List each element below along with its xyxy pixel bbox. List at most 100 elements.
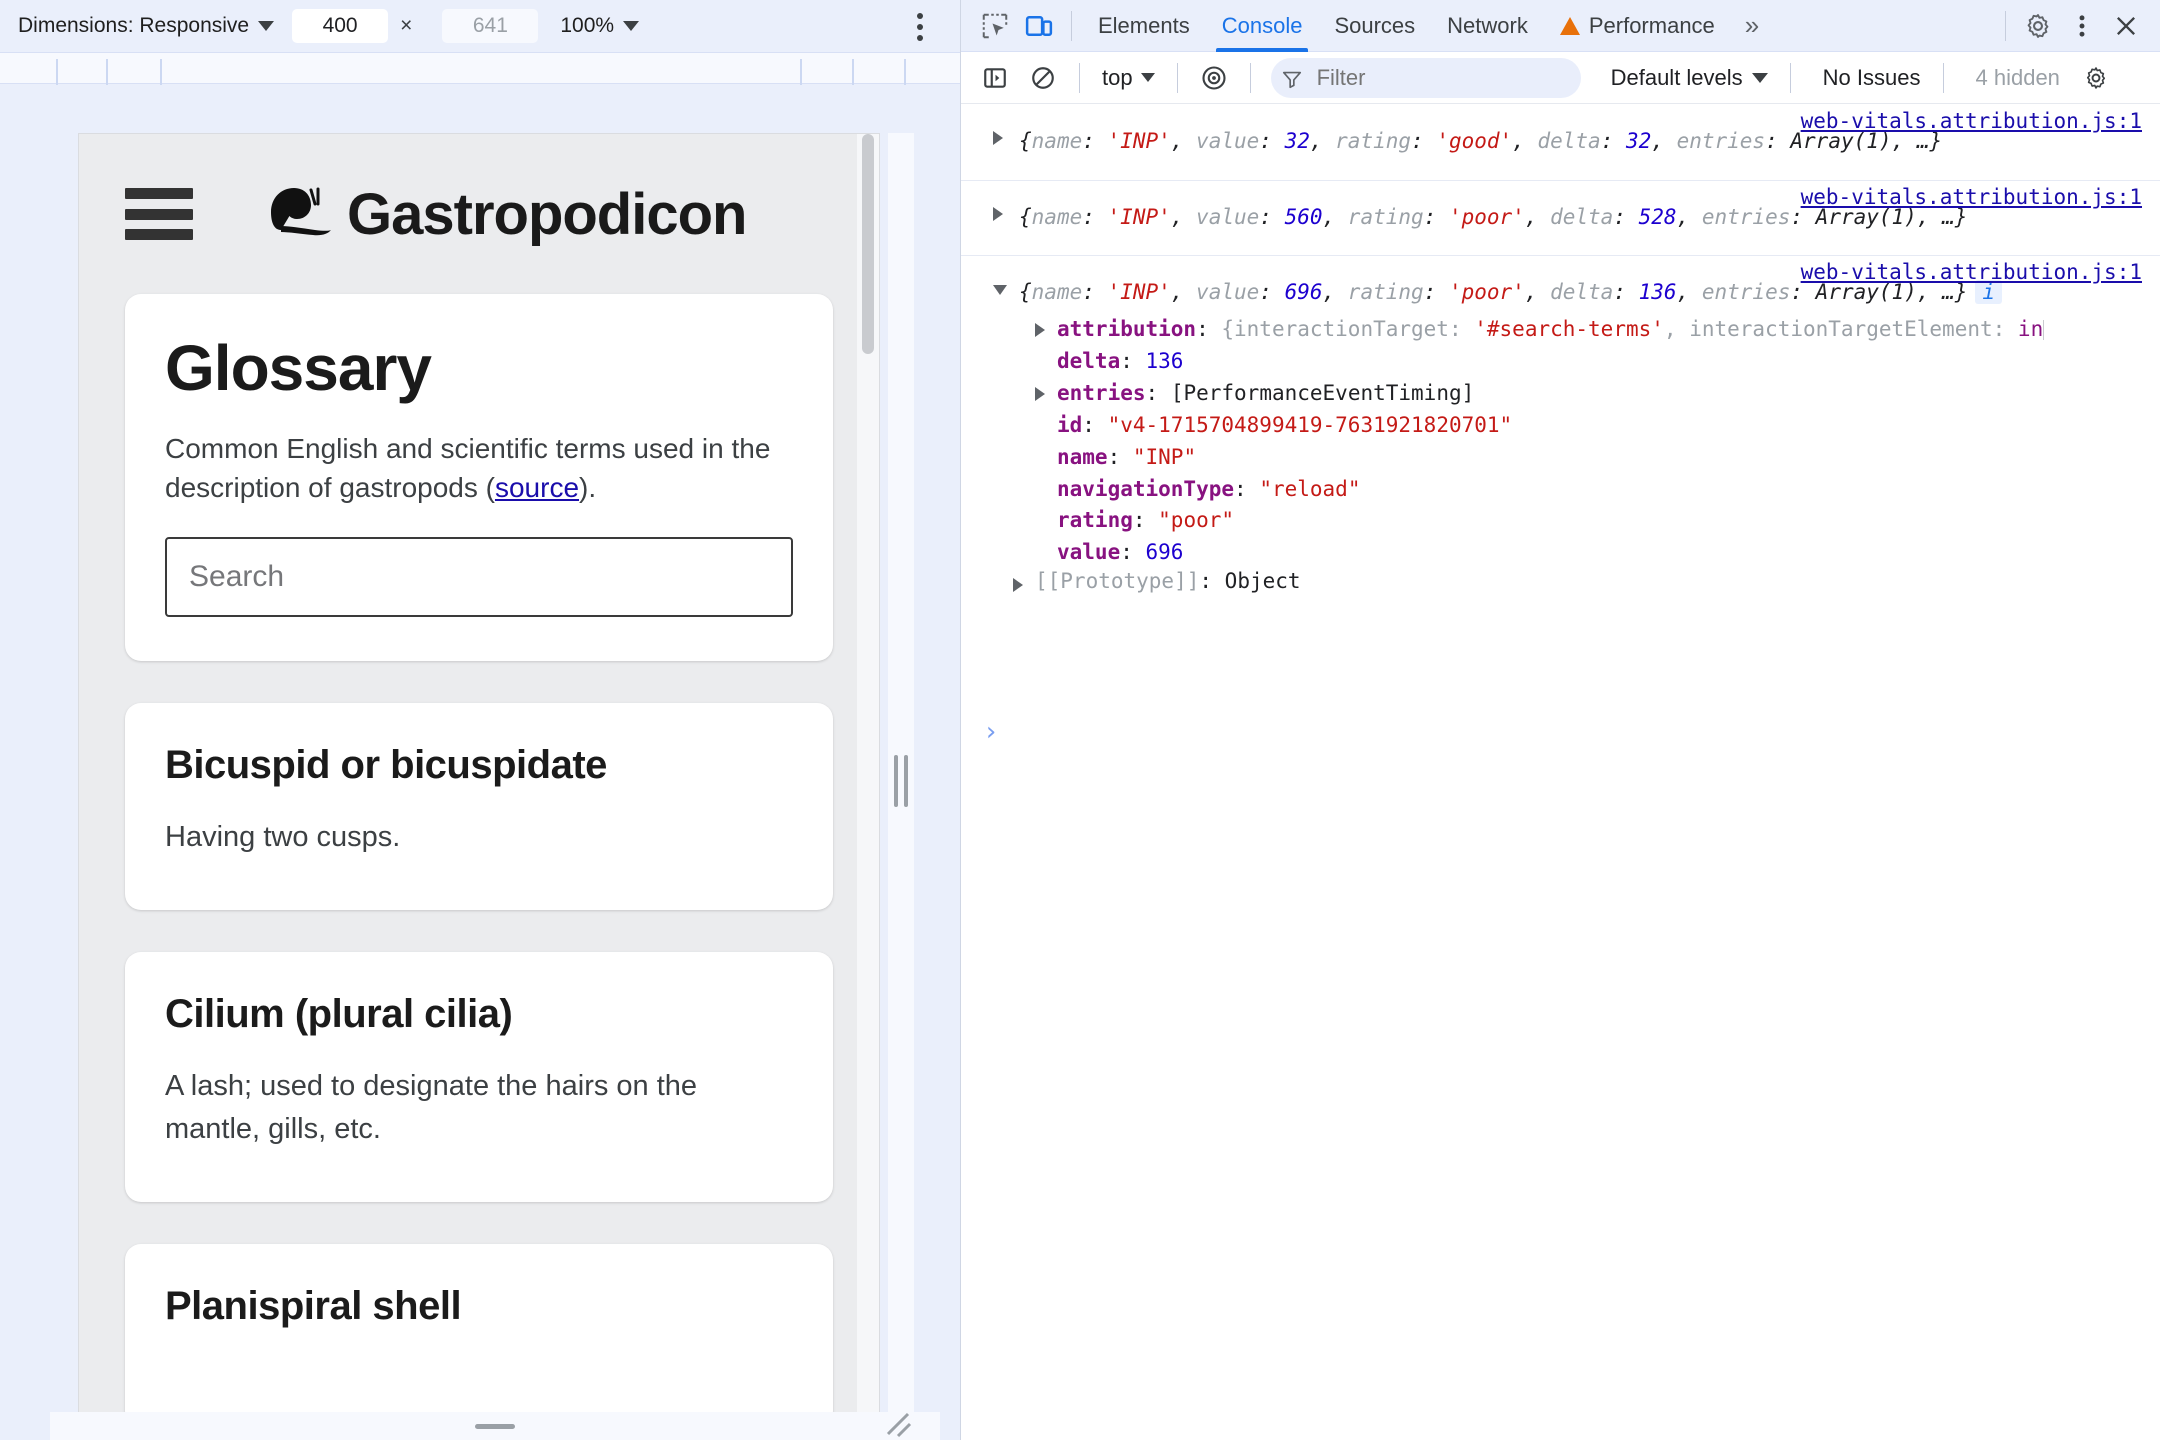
divider [2005,10,2006,41]
expand-arrow-icon[interactable] [993,207,1003,221]
glossary-term-card: Bicuspid or bicuspidate Having two cusps… [125,703,833,910]
source-link[interactable]: web-vitals.attribution.js:1 [1801,109,2142,133]
device-toolbar-icon[interactable] [1017,4,1061,48]
console-settings-gear-icon[interactable] [2074,56,2118,100]
collapse-arrow-icon[interactable] [993,285,1007,295]
tab-elements[interactable]: Elements [1082,0,1206,52]
search-input[interactable] [165,537,793,618]
object-property-id: id: "v4-1715704899419-7631921820701" [1057,412,1513,437]
device-corner-resize-handle[interactable] [878,1404,914,1440]
filter-input[interactable] [1270,57,1581,98]
chevron-down-icon [1140,73,1155,82]
glossary-term-card: Planispiral shell [125,1243,833,1427]
device-more-options-icon[interactable] [916,13,924,41]
source-link[interactable]: source [495,472,579,503]
tab-network[interactable]: Network [1431,0,1544,52]
console-message[interactable]: web-vitals.attribution.js:1 {name: 'INP'… [961,105,2160,181]
object-property-attribution[interactable]: attribution: {interactionTarget: '#searc… [961,314,2160,346]
glossary-term-card: Cilium (plural cilia) A lash; used to de… [125,951,833,1202]
emulated-page-viewport: Gastropodicon Glossary Common English an… [78,133,880,1428]
divider [1942,62,1944,93]
object-property-rating: rating: "poor" [1057,508,1235,533]
chevron-down-icon[interactable] [258,21,275,31]
more-tabs-icon[interactable]: » [1731,10,1773,41]
inspect-element-icon[interactable] [973,4,1017,48]
tab-performance[interactable]: Performance [1544,0,1731,52]
hamburger-menu-icon[interactable] [125,188,193,240]
filter-field-wrapper [1265,57,1581,98]
tab-sources[interactable]: Sources [1318,0,1431,52]
prop-value: 'INP' [1107,129,1171,153]
log-levels-label: Default levels [1610,64,1743,90]
expand-arrow-icon[interactable] [1035,323,1045,337]
device-width-input[interactable] [292,9,389,43]
zoom-chevron-down-icon[interactable] [623,21,640,31]
warning-triangle-icon [1559,16,1580,35]
console-sidebar-icon[interactable] [973,56,1017,100]
devtools-window: Dimensions: Responsive × 100% [0,0,2160,1440]
device-ruler [0,52,960,85]
tab-performance-label: Performance [1588,12,1715,38]
term-title: Cilium (plural cilia) [165,991,513,1036]
gear-icon[interactable] [2016,4,2060,48]
object-property-entries[interactable]: entries: [PerformanceEventTiming] [961,378,2160,410]
glossary-description: Common English and scientific terms used… [165,429,793,507]
object-property-value: value: 696 [1057,540,1184,565]
close-icon[interactable] [2104,4,2148,48]
device-width-resize-handle[interactable] [888,133,914,1428]
scrollbar-thumb[interactable] [862,134,874,354]
prop-key: name [1031,129,1083,153]
console-message[interactable]: web-vitals.attribution.js:1 {name: 'INP'… [961,256,2160,603]
hidden-messages-count[interactable]: 4 hidden [1976,65,2060,91]
object-property-name: name: "INP" [1057,444,1197,469]
resize-grip-icon [894,754,908,807]
source-link[interactable]: web-vitals.attribution.js:1 [1801,260,2142,284]
term-title: Planispiral shell [165,1283,462,1328]
object-property-navigationType: navigationType: "reload" [1057,476,1361,501]
object-prototype-row[interactable]: [[Prototype]]: Object [961,569,2160,593]
console-prompt[interactable]: › [961,717,999,747]
device-emulation-pane: Dimensions: Responsive × 100% [0,0,960,1440]
tab-console[interactable]: Console [1206,0,1319,52]
console-message[interactable]: web-vitals.attribution.js:1 {name: 'INP'… [961,181,2160,256]
brand-title: Gastropodicon [347,181,747,247]
log-levels-dropdown[interactable]: Default levels [1611,65,1768,91]
console-message-list: web-vitals.attribution.js:1 {name: 'INP'… [961,105,2160,1440]
device-toolbar: Dimensions: Responsive × 100% [0,0,960,52]
issues-counter[interactable]: No Issues [1823,65,1921,91]
clear-console-icon[interactable] [1021,56,1065,100]
execution-context-label: top [1102,64,1133,90]
expand-arrow-icon[interactable] [993,131,1003,145]
divider [1079,62,1080,93]
page-title: Glossary [165,332,432,404]
divider [1789,62,1791,93]
live-expression-icon[interactable] [1192,56,1236,100]
divider [1071,10,1072,41]
device-height-input[interactable] [442,9,539,43]
expand-arrow-icon[interactable] [1013,578,1023,593]
page-vertical-scrollbar[interactable] [857,134,879,1427]
devtools-panel: Elements Console Sources Network Perform… [960,0,2160,1440]
glossary-intro-card: Glossary Common English and scientific t… [125,294,833,662]
expand-arrow-icon[interactable] [1035,386,1045,401]
site-header: Gastropodicon [79,134,879,294]
page-content: Glossary Common English and scientific t… [79,294,879,1427]
console-prompt-symbol: › [983,717,999,747]
chevron-down-icon [1751,72,1768,83]
devtools-toolbar-actions [1995,4,2160,48]
source-link[interactable]: web-vitals.attribution.js:1 [1801,185,2142,209]
divider [1176,62,1178,93]
zoom-dropdown-label[interactable]: 100% [560,14,614,38]
glossary-description-text-after: ). [579,472,597,504]
glossary-description-text-before: Common English and scientific terms used… [165,433,771,504]
kebab-menu-icon[interactable] [2060,4,2104,48]
dimension-separator: × [400,14,413,37]
resize-grip-horizontal-icon [475,1423,515,1429]
dimensions-dropdown-label[interactable]: Dimensions: Responsive [18,14,249,38]
object-properties: attribution: {interactionTarget: '#searc… [961,314,2160,593]
device-height-resize-handle[interactable] [50,1412,940,1440]
object-property-delta: delta: 136 [1057,348,1184,373]
snail-icon [271,186,333,243]
brand: Gastropodicon [271,181,747,248]
execution-context-selector[interactable]: top [1094,65,1163,91]
